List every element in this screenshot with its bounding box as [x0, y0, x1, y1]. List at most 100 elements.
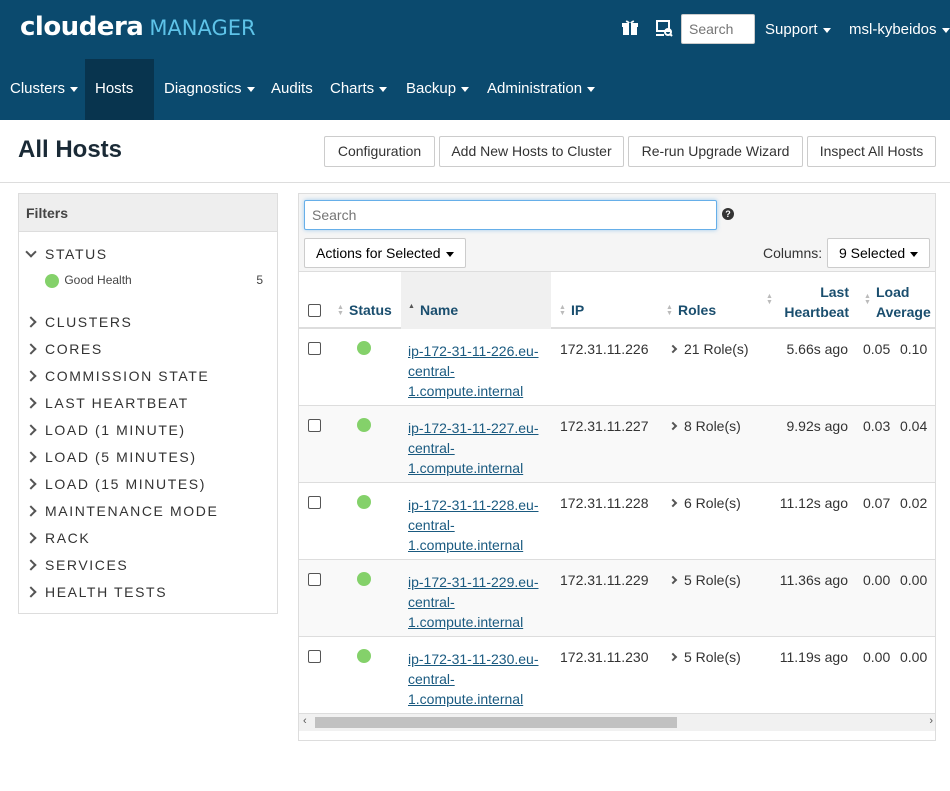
select-all-checkbox[interactable]: [308, 304, 321, 317]
chevron-right-icon: [25, 397, 37, 409]
roles-cell[interactable]: 5 Role(s): [668, 572, 741, 588]
header-line: Average: [876, 304, 931, 320]
host-name-part: central-: [408, 517, 455, 533]
table-row[interactable]: ip-172-31-11-227.eu-central- 1.compute.in…: [299, 406, 935, 483]
good-health-icon: [357, 418, 371, 432]
sort-icon: ▲ ▼: [766, 293, 773, 306]
gift-icon[interactable]: [620, 18, 640, 38]
row-checkbox[interactable]: [308, 419, 321, 432]
filter-good-health[interactable]: Good Health 5: [45, 273, 263, 288]
nav-label: Hosts: [95, 80, 134, 97]
filter-group-load-15[interactable]: LOAD (15 MINUTES): [25, 476, 206, 492]
good-health-icon: [45, 273, 59, 288]
ip-cell: 172.31.11.226: [560, 341, 649, 357]
nav-charts[interactable]: Charts: [320, 59, 397, 120]
header-line: Heartbeat: [784, 304, 849, 320]
scroll-left-icon[interactable]: ‹: [303, 715, 307, 727]
filter-group-label: SERVICES: [45, 557, 129, 573]
rerun-upgrade-wizard-button[interactable]: Re-run Upgrade Wizard: [628, 136, 803, 167]
host-name-link[interactable]: ip-172-31-11-229.eu-central- 1.compute.in…: [408, 572, 548, 632]
support-menu[interactable]: Support: [765, 21, 831, 38]
filter-group-services[interactable]: SERVICES: [25, 557, 129, 573]
filter-group-label: CLUSTERS: [45, 314, 133, 330]
host-name-link[interactable]: ip-172-31-11-227.eu-central- 1.compute.in…: [408, 418, 548, 478]
host-name-part: 1.compute.internal: [408, 537, 524, 553]
nav-clusters[interactable]: Clusters: [0, 59, 88, 120]
header-ip[interactable]: IP: [571, 302, 584, 318]
roles-cell[interactable]: 5 Role(s): [668, 649, 741, 665]
ip-cell: 172.31.11.227: [560, 418, 649, 434]
chevron-right-icon: [25, 424, 37, 436]
user-menu[interactable]: msl-kybeidos: [849, 21, 950, 38]
filter-group-commission-state[interactable]: COMMISSION STATE: [25, 368, 209, 384]
row-checkbox[interactable]: [308, 650, 321, 663]
header-name[interactable]: Name: [420, 302, 458, 318]
nav-label: Clusters: [10, 80, 66, 97]
filter-group-label: RACK: [45, 530, 91, 546]
nav-backup[interactable]: Backup: [396, 59, 479, 120]
actions-for-selected-button[interactable]: Actions for Selected: [304, 238, 466, 268]
parcel-icon[interactable]: [654, 18, 674, 38]
logo-brand: cloudera: [20, 12, 144, 42]
roles-label: 6 Role(s): [684, 495, 741, 511]
load-5-cell: 0.00: [900, 649, 928, 665]
add-new-hosts-button[interactable]: Add New Hosts to Cluster: [439, 136, 624, 167]
host-name-part: central-: [408, 440, 455, 456]
filter-group-cores[interactable]: CORES: [25, 341, 103, 357]
load-5-cell: 0.02: [900, 495, 928, 511]
roles-cell[interactable]: 21 Role(s): [668, 341, 749, 357]
table-search-input[interactable]: [304, 200, 717, 230]
filter-group-load-1[interactable]: LOAD (1 MINUTE): [25, 422, 186, 438]
filter-group-status[interactable]: STATUS: [25, 246, 108, 262]
configuration-button[interactable]: Configuration: [324, 136, 435, 167]
row-checkbox[interactable]: [308, 496, 321, 509]
nav-hosts[interactable]: Hosts: [85, 59, 154, 152]
help-icon[interactable]: ?: [722, 208, 734, 220]
scrollbar-thumb[interactable]: [315, 717, 677, 728]
table-header: ▲ ▼ Status ▲ Name ▲ ▼ IP ▲ ▼ Roles ▲ ▼ Last H…: [299, 272, 935, 329]
scroll-right-icon[interactable]: ›: [929, 715, 933, 727]
row-checkbox[interactable]: [308, 573, 321, 586]
header-line: Last: [820, 284, 849, 300]
header-roles[interactable]: Roles: [678, 302, 716, 318]
host-name-part: ip-172-31-11-226.eu-: [408, 343, 539, 359]
row-checkbox[interactable]: [308, 342, 321, 355]
roles-cell[interactable]: 6 Role(s): [668, 495, 741, 511]
table-row[interactable]: ip-172-31-11-229.eu-central- 1.compute.in…: [299, 560, 935, 637]
global-search-input[interactable]: [681, 14, 755, 44]
filter-group-rack[interactable]: RACK: [25, 530, 91, 546]
host-name-part: 1.compute.internal: [408, 614, 524, 630]
host-name-link[interactable]: ip-172-31-11-230.eu-central- 1.compute.in…: [408, 649, 548, 709]
inspect-all-hosts-button[interactable]: Inspect All Hosts: [807, 136, 936, 167]
logo-product: MANAGER: [149, 16, 256, 40]
nav-label: Administration: [487, 80, 583, 97]
chevron-down-icon: [822, 27, 831, 33]
host-name-link[interactable]: ip-172-31-11-226.eu-central- 1.compute.in…: [408, 341, 548, 401]
nav-audits[interactable]: Audits: [261, 59, 323, 120]
table-row[interactable]: ip-172-31-11-230.eu-central- 1.compute.in…: [299, 637, 935, 714]
table-row[interactable]: ip-172-31-11-228.eu-central- 1.compute.in…: [299, 483, 935, 560]
cloudera-logo[interactable]: cloudera MANAGER: [20, 12, 256, 42]
sort-icon: ▲ ▼: [864, 293, 871, 306]
filter-group-maintenance-mode[interactable]: MAINTENANCE MODE: [25, 503, 218, 519]
header-last-heartbeat[interactable]: Last Heartbeat: [779, 282, 849, 322]
header-load-average[interactable]: Load Average: [876, 282, 931, 322]
heartbeat-cell: 9.92s ago: [786, 418, 849, 434]
host-name-link[interactable]: ip-172-31-11-228.eu-central- 1.compute.in…: [408, 495, 548, 555]
filter-group-clusters[interactable]: CLUSTERS: [25, 314, 133, 330]
filters-panel: Filters STATUS Good Health 5 CLUSTERS CO…: [18, 193, 278, 614]
nav-administration[interactable]: Administration: [477, 59, 605, 120]
horizontal-scrollbar[interactable]: ‹ ›: [299, 714, 935, 731]
table-row[interactable]: ip-172-31-11-226.eu-central- 1.compute.in…: [299, 329, 935, 406]
load-5-cell: 0.04: [900, 418, 928, 434]
filter-group-last-heartbeat[interactable]: LAST HEARTBEAT: [25, 395, 189, 411]
columns-select-button[interactable]: 9 Selected: [827, 238, 931, 268]
header-status[interactable]: Status: [349, 302, 392, 318]
actions-label: Actions for Selected: [316, 245, 441, 261]
nav-diagnostics[interactable]: Diagnostics: [154, 59, 265, 120]
chevron-right-icon: [668, 652, 678, 662]
load-1-cell: 0.07: [863, 495, 891, 511]
filter-group-health-tests[interactable]: HEALTH TESTS: [25, 584, 167, 600]
roles-cell[interactable]: 8 Role(s): [668, 418, 741, 434]
filter-group-load-5[interactable]: LOAD (5 MINUTES): [25, 449, 197, 465]
